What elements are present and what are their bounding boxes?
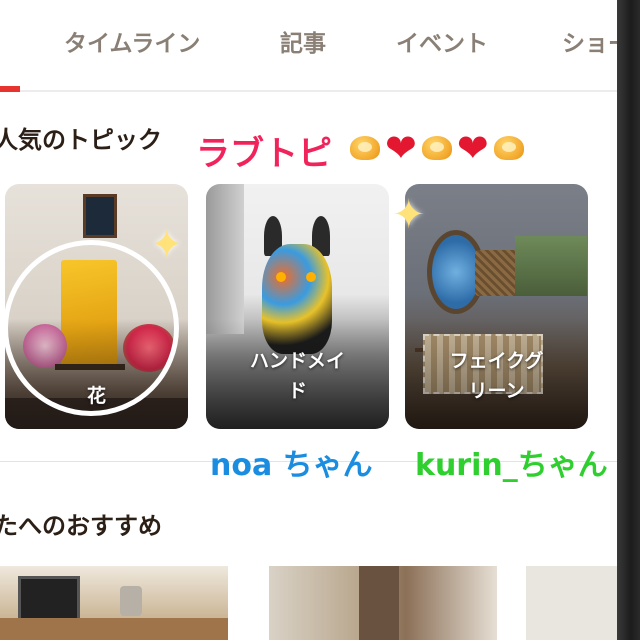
plant-shelf [515,236,587,296]
sparkle-icon: ✦ [392,192,426,238]
credit-noa: noa ちゃん [210,448,373,483]
active-tab-indicator [0,86,20,92]
topic-card-handmade[interactable]: ハンドメイ ド [206,184,389,429]
curtain [206,184,244,334]
figurine-eye [276,272,286,282]
emoji-stickers: ❤ ❤ [350,128,524,168]
heart-icon: ❤ [456,126,489,170]
recommended-heading: たへのおすすめ [0,512,162,540]
tab-timeline[interactable]: タイムライン [64,24,200,58]
tab-articles[interactable]: 記事 [280,24,326,58]
heart-icon: ❤ [385,126,417,170]
desk [0,618,228,640]
wall-picture [83,194,117,238]
topic-card-label: フェイクグ リーン [449,350,544,402]
credit-kurin: kurin_ちゃん [415,448,608,483]
recommended-card[interactable] [269,566,497,640]
topic-card-label: ハンドメイ ド [249,350,345,402]
app-screen: タイムライン 記事 イベント ショー 人気のトピック ラブトピ ❤ ❤ 花 ハン… [0,0,617,640]
tab-show[interactable]: ショー [562,24,617,58]
recommended-card[interactable] [0,566,228,640]
figurine-eye [306,272,316,282]
heart-hands-icon [493,136,524,160]
popular-topics-heading: 人気のトピック [0,126,162,154]
sparkle-icon: ✦ [150,222,184,268]
door [359,566,399,640]
topic-card-fake-green[interactable]: フェイクグ リーン [405,184,588,429]
recommended-card[interactable] [526,566,617,640]
screen-edge [617,0,640,640]
tab-events[interactable]: イベント [396,24,488,58]
heart-hands-icon [350,136,380,160]
love-topic-note: ラブトピ [196,134,332,174]
heart-hands-icon [421,136,452,160]
tab-divider [0,90,617,92]
mug [120,586,142,616]
